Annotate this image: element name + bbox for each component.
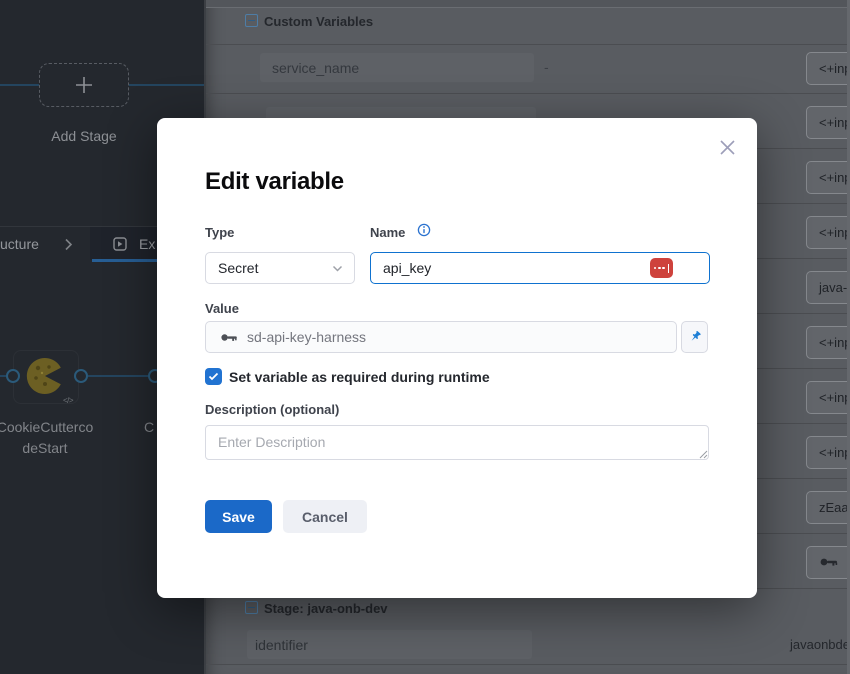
variable-name: service_name [272,60,359,76]
variable-value-input[interactable]: java-onb [806,271,850,304]
type-select[interactable]: Secret [205,252,355,284]
variable-value-input[interactable]: <+input> [806,381,850,414]
collapse-section-icon[interactable] [245,14,258,27]
check-icon [208,372,219,381]
stage-connector-line [0,84,39,86]
modal-title: Edit variable [205,168,344,196]
variable-value-input[interactable]: <+input> [806,326,850,359]
node-label-line2: deStart [0,438,125,459]
secret-value-text: sd-api-key-harness [247,329,366,345]
type-select-value: Secret [218,260,258,276]
secret-value-field[interactable]: sd-api-key-harness [205,321,677,353]
chevron-down-icon [332,265,343,273]
chevron-right-icon [64,238,73,251]
variable-value-input[interactable]: zEaak [806,491,850,524]
value-label: Value [205,301,239,316]
tab-execution[interactable]: Ex [139,236,155,252]
variable-secret-input[interactable] [806,546,850,579]
variable-value-input[interactable]: <+input> [806,106,850,139]
stage-section-title: Stage: java-onb-dev [264,601,388,616]
thumbtack-icon [687,330,702,345]
breadcrumb[interactable]: ucture [0,236,39,252]
info-circle-icon[interactable] [417,223,431,237]
plus-icon [73,74,95,96]
node-port [74,369,88,383]
pin-button[interactable] [681,321,708,353]
play-square-icon [113,237,127,251]
add-stage-button[interactable] [39,63,129,107]
required-checkbox-label: Set variable as required during runtime [229,369,490,385]
description-label: Description (optional) [205,402,339,417]
variable-value-input[interactable]: <+input> [806,216,850,249]
secret-key-icon [220,330,238,345]
stage-connector-line [129,84,204,86]
type-label: Type [205,225,234,240]
required-checkbox[interactable] [205,368,222,385]
row-divider [206,44,850,45]
code-step-glyph: </> [63,396,73,405]
secret-key-icon [819,554,839,570]
collapse-stage-section-icon[interactable] [245,601,258,614]
resize-handle-icon[interactable] [699,450,708,459]
add-stage-label: Add Stage [0,128,168,144]
variable-value-input[interactable]: <+input> [806,436,850,469]
panel-top-band [206,0,850,8]
row-divider [206,93,850,94]
row-divider [206,664,850,665]
identifier-value: javaonbdev [790,637,850,652]
identifier-label: identifier [255,637,308,653]
variable-value-input[interactable]: <+input> [806,161,850,194]
description-textarea[interactable] [205,425,709,460]
node-connector-line [88,375,150,377]
node-label-line1: CookieCutterco [0,417,125,438]
save-button[interactable]: Save [205,500,272,533]
fixed-input-red-icon[interactable] [650,258,673,278]
cancel-button[interactable]: Cancel [283,500,367,533]
edit-variable-modal: Edit variable Type Name Secret Value sd-… [157,118,757,598]
variable-dash: - [544,59,549,75]
cookie-pacman-icon[interactable] [25,356,65,396]
variable-value-input[interactable]: <+input> [806,52,850,85]
custom-variables-title: Custom Variables [264,14,373,29]
name-label: Name [370,225,405,240]
node-port [6,369,20,383]
close-icon[interactable] [715,135,739,159]
